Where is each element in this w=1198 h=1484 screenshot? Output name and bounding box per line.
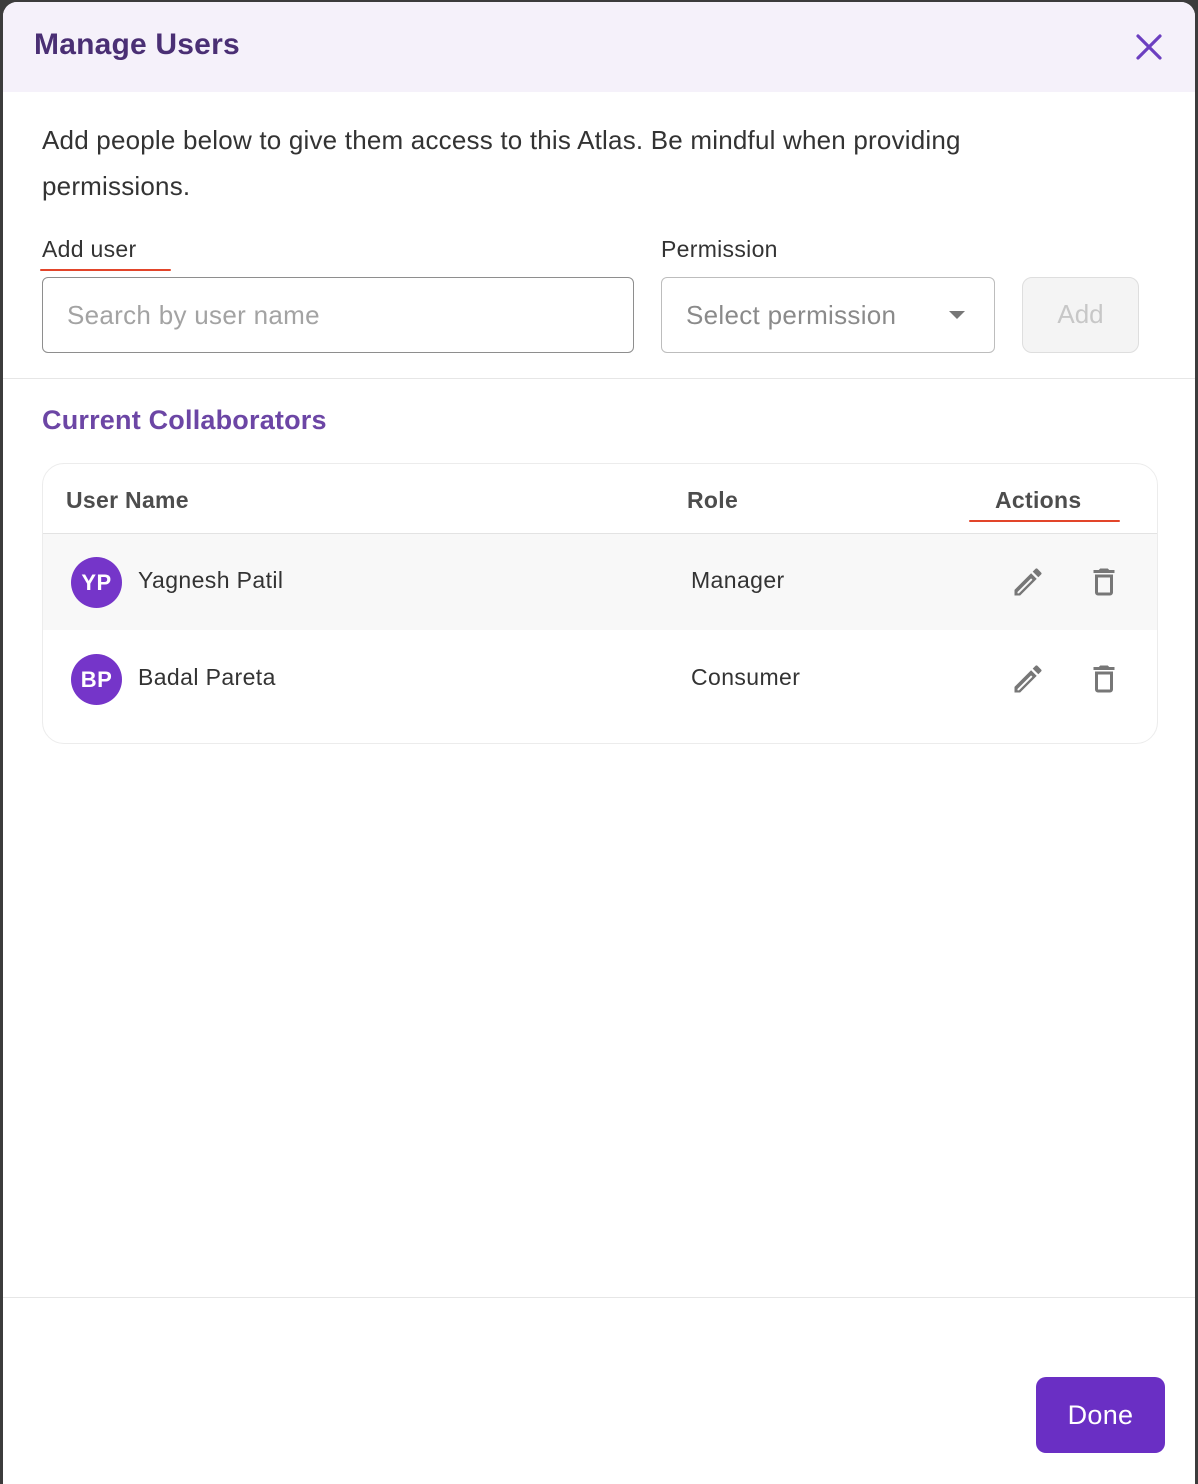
user-role: Consumer — [691, 664, 801, 690]
close-icon — [1136, 34, 1162, 60]
collaborators-title: Current Collaborators — [42, 405, 327, 435]
column-header-actions: Actions — [995, 487, 1082, 513]
edit-button[interactable] — [1010, 661, 1046, 697]
add-user-label: Add user — [42, 236, 137, 262]
avatar: BP — [71, 654, 122, 705]
dialog-title: Manage Users — [34, 28, 240, 61]
pencil-icon — [1014, 568, 1042, 596]
footer-divider — [3, 1297, 1195, 1298]
column-header-role: Role — [687, 487, 739, 513]
user-search-input[interactable] — [42, 277, 634, 353]
trash-icon — [1093, 568, 1115, 596]
collaborators-table: User Name Role Actions YP Yagnesh Patil … — [42, 463, 1158, 744]
user-role: Manager — [691, 567, 785, 593]
table-row: BP Badal Pareta Consumer — [43, 631, 1157, 727]
permission-label: Permission — [661, 236, 778, 262]
user-name: Badal Pareta — [138, 664, 276, 690]
annotation-underline — [969, 520, 1120, 522]
trash-icon — [1093, 665, 1115, 693]
pencil-icon — [1014, 665, 1042, 693]
section-divider — [3, 378, 1195, 379]
delete-button[interactable] — [1086, 661, 1122, 697]
permission-select[interactable]: Select permission — [661, 277, 995, 353]
done-button[interactable]: Done — [1036, 1377, 1165, 1453]
manage-users-dialog: Manage Users Add people below to give th… — [3, 2, 1195, 1484]
permission-select-value: Select permission — [686, 300, 897, 330]
dialog-header: Manage Users — [3, 2, 1195, 92]
chevron-down-icon — [949, 311, 965, 319]
user-name: Yagnesh Patil — [138, 567, 284, 593]
edit-button[interactable] — [1010, 564, 1046, 600]
delete-button[interactable] — [1086, 564, 1122, 600]
column-header-user-name: User Name — [66, 487, 189, 513]
avatar: YP — [71, 557, 122, 608]
close-button[interactable] — [1131, 29, 1167, 65]
table-row: YP Yagnesh Patil Manager — [43, 534, 1157, 630]
annotation-underline — [40, 269, 171, 271]
add-button[interactable]: Add — [1022, 277, 1139, 353]
dialog-intro-text: Add people below to give them access to … — [42, 125, 961, 201]
